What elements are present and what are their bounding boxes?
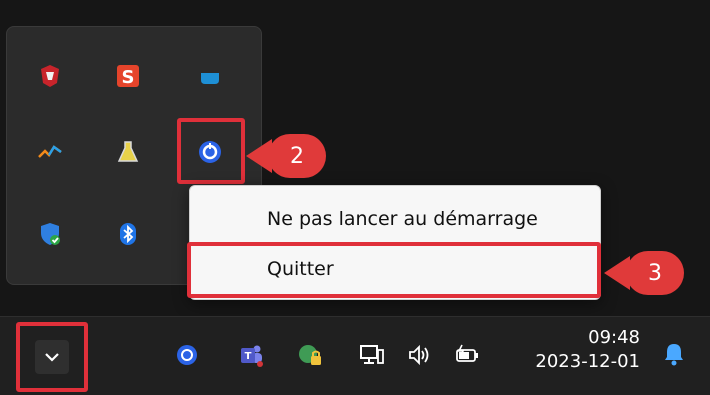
svg-text:T: T	[245, 351, 252, 362]
shield-app-icon[interactable]	[33, 59, 67, 93]
taskbar-clock[interactable]: 09:48 2023-12-01	[535, 326, 640, 374]
display-network-icon[interactable]	[355, 338, 389, 372]
show-hidden-icons-button[interactable]	[35, 340, 69, 374]
callout-3-number: 3	[648, 260, 662, 286]
bluetooth-icon[interactable]	[111, 217, 145, 251]
teams-icon[interactable]: T	[235, 338, 269, 372]
battery-icon[interactable]	[450, 338, 484, 372]
notification-bell-icon[interactable]	[657, 337, 691, 371]
chevron-down-icon	[45, 353, 59, 362]
menu-item-disable-startup[interactable]: Ne pas lancer au démarrage	[190, 198, 600, 240]
s-app-icon[interactable]: S	[111, 59, 145, 93]
callout-2: 2	[246, 134, 326, 178]
callout-2-pointer	[246, 139, 272, 173]
clock-date: 2023-12-01	[535, 351, 640, 372]
speaker-icon[interactable]	[402, 338, 436, 372]
clock-time: 09:48	[588, 327, 640, 348]
quit-highlight	[187, 242, 601, 298]
selected-app-highlight	[177, 118, 245, 184]
svg-text:S: S	[122, 67, 135, 88]
callout-3-pointer	[604, 256, 630, 290]
network-lock-icon[interactable]	[293, 338, 327, 372]
flask-icon[interactable]	[111, 135, 145, 169]
cloud-app-icon[interactable]	[193, 59, 227, 93]
callout-2-number: 2	[290, 143, 304, 169]
windows-security-icon[interactable]	[33, 217, 67, 251]
callout-3: 3	[604, 251, 684, 295]
activity-graph-icon[interactable]	[33, 135, 67, 169]
partial-app-icon[interactable]	[170, 338, 204, 372]
